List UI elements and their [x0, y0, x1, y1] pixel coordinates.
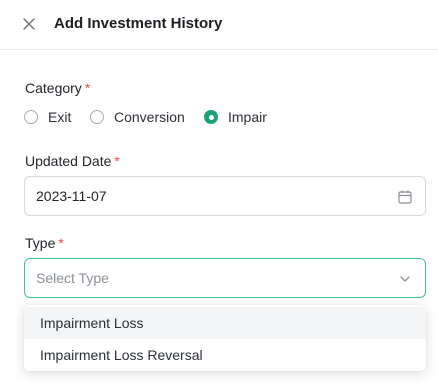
type-placeholder: Select Type	[36, 270, 109, 286]
modal-title: Add Investment History	[54, 15, 223, 32]
radio-circle	[90, 110, 104, 124]
updated-date-value: 2023-11-07	[36, 188, 107, 204]
chevron-down-icon	[400, 276, 410, 282]
modal-header: Add Investment History	[0, 0, 438, 50]
option-impairment-loss-reversal[interactable]: Impairment Loss Reversal	[24, 339, 426, 371]
updated-date-label: Updated Date *	[25, 153, 120, 169]
close-icon	[23, 18, 35, 30]
required-mark: *	[58, 235, 64, 251]
close-button[interactable]	[18, 13, 40, 35]
radio-circle	[24, 110, 38, 124]
type-dropdown-menu: Impairment Loss Impairment Loss Reversal	[24, 305, 426, 371]
required-mark: *	[84, 80, 91, 96]
radio-impair[interactable]: Impair	[204, 109, 267, 125]
radio-label-conversion: Conversion	[114, 109, 185, 125]
calendar-icon[interactable]	[397, 189, 413, 205]
required-mark: *	[114, 153, 120, 169]
category-label: Category *	[25, 80, 91, 96]
type-label: Type *	[25, 235, 64, 251]
radio-exit[interactable]: Exit	[24, 109, 71, 125]
updated-date-input[interactable]: 2023-11-07	[24, 176, 426, 216]
radio-conversion[interactable]: Conversion	[90, 109, 185, 125]
option-impairment-loss[interactable]: Impairment Loss	[24, 307, 426, 339]
type-select[interactable]: Select Type	[24, 258, 426, 298]
radio-label-impair: Impair	[228, 109, 267, 125]
radio-circle-checked	[204, 110, 218, 124]
radio-label-exit: Exit	[48, 109, 72, 125]
